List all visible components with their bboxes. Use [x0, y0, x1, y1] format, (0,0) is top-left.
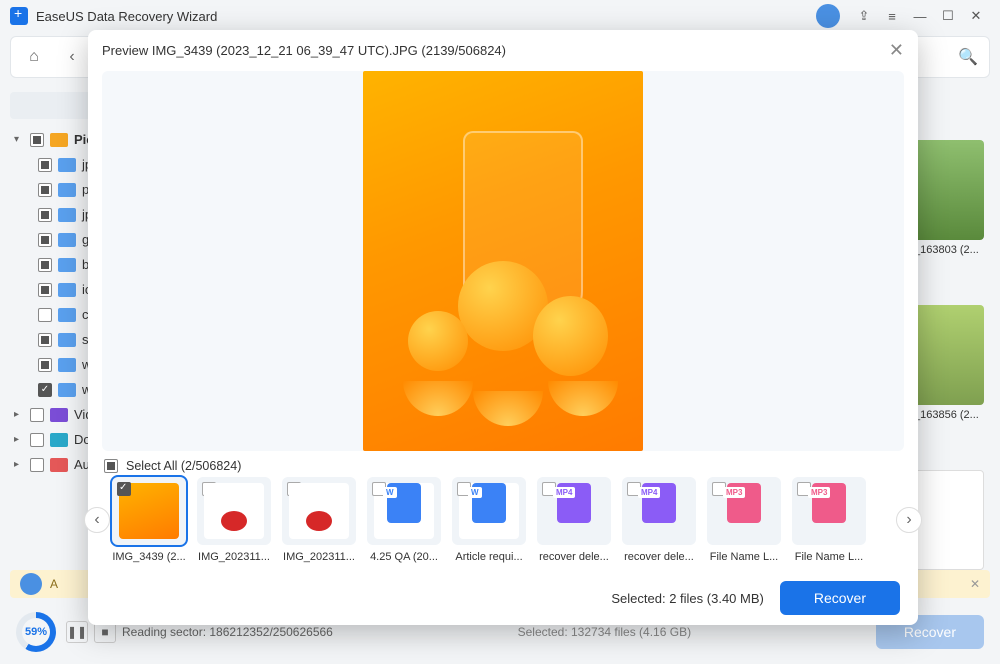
recover-button[interactable]: Recover — [780, 581, 900, 615]
thumb-item[interactable]: MP4recover dele... — [537, 477, 611, 563]
thumb-label: IMG_202311... — [197, 551, 271, 563]
thumb-checkbox[interactable] — [117, 482, 131, 496]
modal-footer: Selected: 2 files (3.40 MB) Recover — [88, 569, 918, 631]
thumb-item[interactable]: IMG_202311... — [197, 477, 271, 563]
preview-modal: Preview IMG_3439 (2023_12_21 06_39_47 UT… — [88, 30, 918, 625]
thumb-item[interactable]: W4.25 QA (20... — [367, 477, 441, 563]
modal-header: Preview IMG_3439 (2023_12_21 06_39_47 UT… — [88, 30, 918, 71]
thumb-item[interactable]: MP3File Name L... — [707, 477, 781, 563]
thumb-item[interactable]: IMG_3439 (2... — [112, 477, 186, 563]
thumb-item[interactable]: WArticle requi... — [452, 477, 526, 563]
thumb-label: 4.25 QA (20... — [367, 551, 441, 563]
select-all-row[interactable]: Select All (2/506824) — [88, 451, 918, 477]
thumbs-row: ‹ IMG_3439 (2...IMG_202311...IMG_202311.… — [88, 477, 918, 563]
thumb-label: Article requi... — [452, 551, 526, 563]
thumb-label: IMG_3439 (2... — [112, 551, 186, 563]
selected-text: Selected: 2 files (3.40 MB) — [611, 591, 763, 606]
select-all-checkbox[interactable] — [104, 459, 118, 473]
prev-button[interactable]: ‹ — [84, 507, 110, 533]
modal-title: Preview IMG_3439 (2023_12_21 06_39_47 UT… — [102, 43, 506, 58]
thumb-item[interactable]: IMG_202311... — [282, 477, 356, 563]
thumb-label: recover dele... — [622, 551, 696, 563]
thumb-label: File Name L... — [792, 551, 866, 563]
select-all-label: Select All (2/506824) — [126, 459, 241, 473]
thumb-item[interactable]: MP4recover dele... — [622, 477, 696, 563]
thumb-item[interactable]: MP3File Name L... — [792, 477, 866, 563]
thumb-label: File Name L... — [707, 551, 781, 563]
modal-close-icon[interactable]: ✕ — [889, 40, 904, 61]
next-button[interactable]: › — [896, 507, 922, 533]
preview-area — [102, 71, 904, 451]
thumb-label: recover dele... — [537, 551, 611, 563]
preview-image — [363, 71, 643, 451]
thumb-label: IMG_202311... — [282, 551, 356, 563]
